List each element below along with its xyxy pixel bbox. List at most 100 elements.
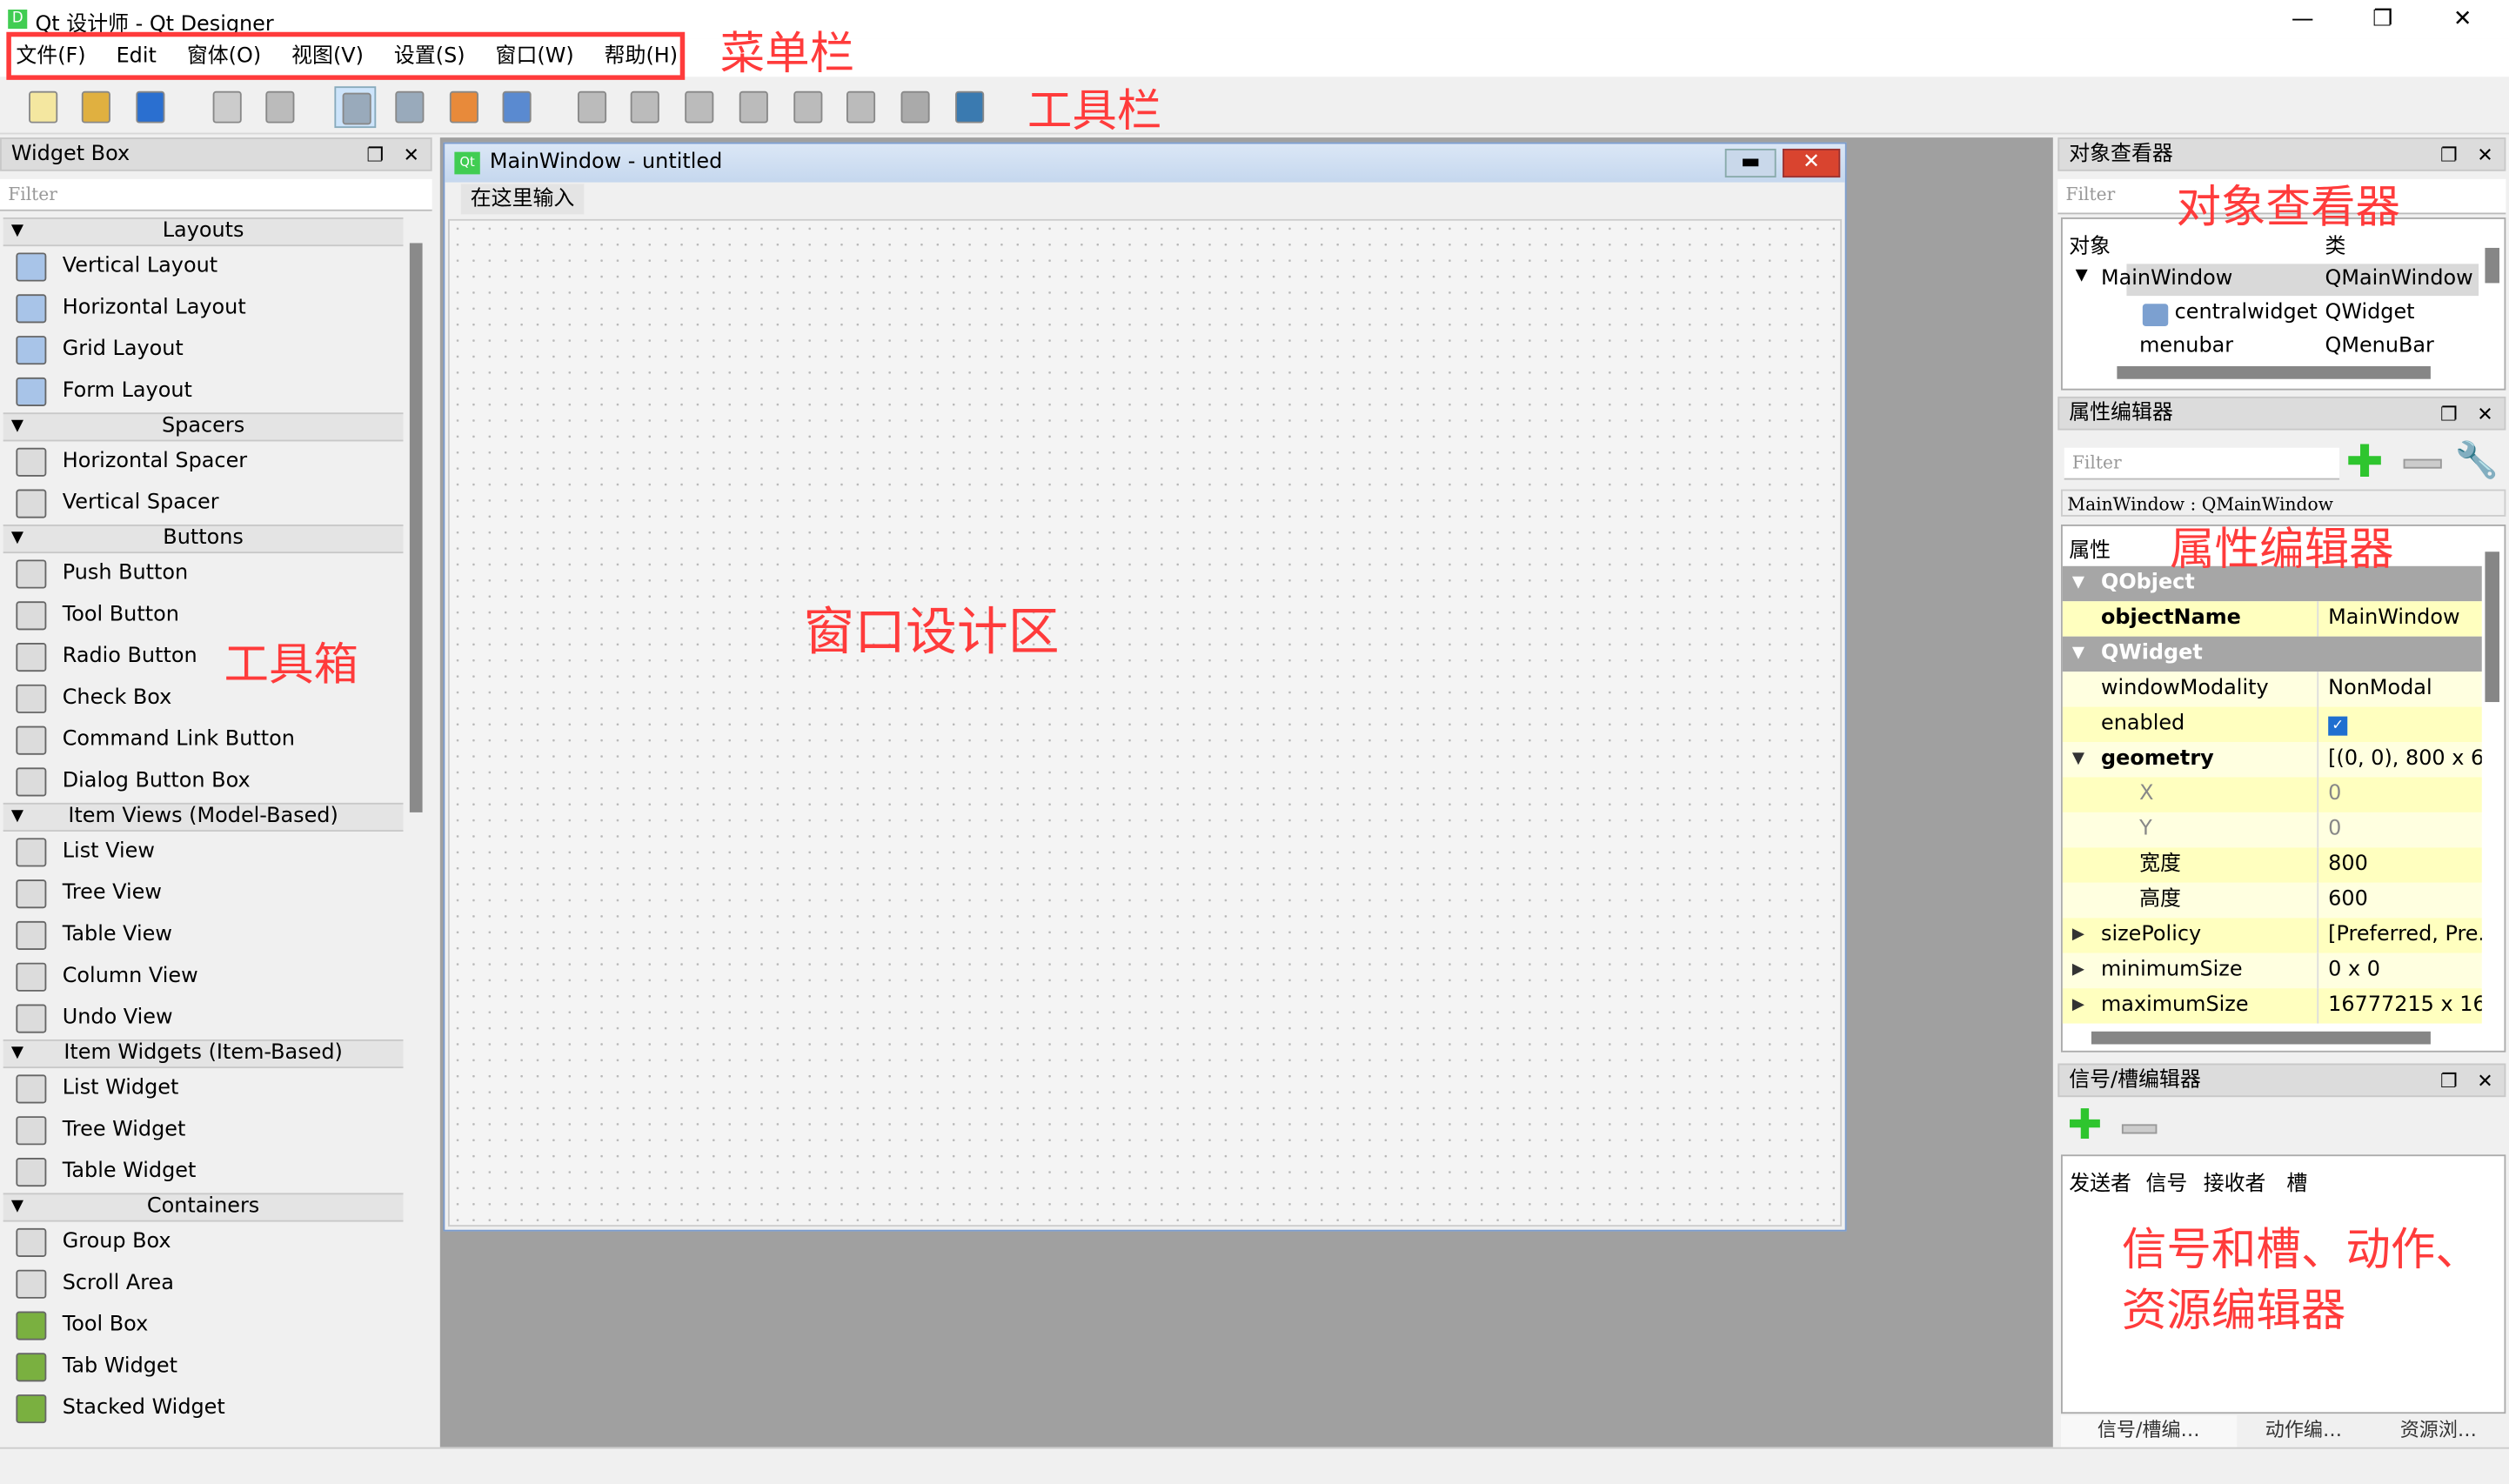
widget-item[interactable]: Tree Widget: [3, 1110, 404, 1152]
widget-item[interactable]: Column View: [3, 956, 404, 998]
property-filter-input[interactable]: Filter: [2064, 447, 2340, 480]
widget-category-1[interactable]: ▼ Spacers: [3, 412, 404, 442]
property-value[interactable]: 0 x 0: [2322, 953, 2482, 988]
widget-category-4[interactable]: ▼ Item Widgets (Item-Based): [3, 1039, 404, 1069]
widget-item[interactable]: Undo View: [3, 998, 404, 1039]
widget-category-3[interactable]: ▼ Item Views (Model-Based): [3, 802, 404, 832]
configure-wrench-icon[interactable]: 🔧: [2454, 441, 2498, 481]
widget-category-5[interactable]: ▼ Containers: [3, 1193, 404, 1222]
widget-item[interactable]: Grid Layout: [3, 330, 404, 371]
tree-item-object[interactable]: MainWindow: [2101, 267, 2232, 291]
close-button[interactable]: ✕: [2425, 3, 2499, 36]
remove-connection-icon[interactable]: [2121, 1124, 2158, 1134]
close-icon[interactable]: ✕: [2477, 139, 2493, 171]
column-header-signal[interactable]: 信号: [2146, 1166, 2188, 1197]
column-header-sender[interactable]: 发送者: [2069, 1166, 2131, 1197]
widget-item[interactable]: Group Box: [3, 1222, 404, 1264]
property-row[interactable]: ▶ minimumSize 0 x 0: [2062, 953, 2482, 989]
tree-item-object[interactable]: centralwidget: [2175, 301, 2318, 325]
column-header-receiver[interactable]: 接收者: [2204, 1166, 2266, 1197]
tab-signal-slot-editor[interactable]: 信号/槽编…: [2061, 1414, 2237, 1447]
edit-tab-order-icon[interactable]: [496, 86, 538, 128]
horizontal-scrollbar[interactable]: [2091, 1031, 2431, 1045]
vertical-scrollbar[interactable]: [2485, 551, 2499, 703]
float-icon[interactable]: ❐: [2440, 1065, 2458, 1097]
property-row[interactable]: windowModality NonModal: [2062, 672, 2482, 707]
maximize-button[interactable]: ❐: [2345, 3, 2419, 36]
tab-action-editor[interactable]: 动作编…: [2236, 1415, 2371, 1447]
layout-grid-icon[interactable]: [787, 86, 829, 128]
widget-item[interactable]: Horizontal Spacer: [3, 441, 404, 483]
property-value[interactable]: NonModal: [2322, 672, 2482, 706]
widget-item[interactable]: Tool Box: [3, 1305, 404, 1347]
add-connection-icon[interactable]: ✚: [2067, 1102, 2102, 1150]
minimize-button[interactable]: —: [2265, 3, 2339, 36]
property-row[interactable]: 宽度 800: [2062, 847, 2482, 883]
property-row[interactable]: objectName MainWindow: [2062, 601, 2482, 637]
design-canvas[interactable]: [448, 218, 1843, 1227]
property-row[interactable]: enabled ✓: [2062, 706, 2482, 743]
widget-item[interactable]: Vertical Spacer: [3, 483, 404, 525]
property-value[interactable]: 0: [2322, 812, 2482, 847]
form-window[interactable]: Qt MainWindow - untitled ▬ ✕ 在这里输入: [443, 142, 1847, 1232]
float-icon[interactable]: ❐: [2440, 398, 2458, 431]
widget-item[interactable]: Scroll Area: [3, 1263, 404, 1305]
form-menu-placeholder[interactable]: 在这里输入: [460, 184, 585, 215]
property-row[interactable]: ▶ sizePolicy [Preferred, Pre...: [2062, 918, 2482, 953]
form-minimize-button[interactable]: ▬: [1724, 148, 1776, 178]
save-icon[interactable]: [130, 86, 171, 128]
break-layout-icon[interactable]: [894, 86, 936, 128]
layout-vertical-splitter-icon[interactable]: [733, 86, 774, 128]
float-icon[interactable]: ❐: [2440, 139, 2458, 171]
property-group[interactable]: ▼ QWidget: [2062, 636, 2482, 672]
layout-horizontal-icon[interactable]: [572, 86, 613, 128]
chevron-down-icon[interactable]: ▼: [2076, 267, 2088, 284]
float-icon[interactable]: ❐: [366, 139, 384, 171]
widget-item[interactable]: Tab Widget: [3, 1347, 404, 1388]
widget-item[interactable]: Horizontal Layout: [3, 288, 404, 330]
chevron-down-icon[interactable]: ▼: [2072, 566, 2084, 601]
property-row[interactable]: 高度 600: [2062, 882, 2482, 919]
property-value[interactable]: [Preferred, Pre...: [2322, 918, 2482, 953]
close-icon[interactable]: ✕: [404, 139, 420, 171]
widget-item[interactable]: Table Widget: [3, 1152, 404, 1193]
edit-buddies-icon[interactable]: [443, 86, 485, 128]
property-row[interactable]: ▶maximumSize16777215 x 16...: [2062, 988, 2482, 1024]
widget-filter-input[interactable]: Filter: [0, 178, 432, 211]
horizontal-scrollbar[interactable]: [2117, 365, 2431, 379]
property-row[interactable]: X0: [2062, 777, 2482, 812]
tree-item-object[interactable]: menubar: [2139, 334, 2233, 358]
widget-item[interactable]: Table View: [3, 915, 404, 957]
property-row[interactable]: ▼geometry[(0, 0), 800 x 6...: [2062, 742, 2482, 778]
property-value[interactable]: 800: [2322, 847, 2482, 882]
property-value[interactable]: 600: [2322, 883, 2482, 918]
layout-horizontal-splitter-icon[interactable]: [679, 86, 720, 128]
property-value[interactable]: 16777215 x 16...: [2322, 988, 2482, 1023]
widget-item[interactable]: Form Layout: [3, 371, 404, 413]
tab-resource-browser[interactable]: 资源浏…: [2371, 1415, 2506, 1447]
close-icon[interactable]: ✕: [2477, 1065, 2493, 1097]
open-folder-icon[interactable]: [75, 86, 117, 128]
property-value[interactable]: MainWindow: [2322, 601, 2482, 636]
property-value[interactable]: 0: [2322, 777, 2482, 812]
chevron-down-icon[interactable]: ▼: [2072, 637, 2084, 672]
widget-item[interactable]: List View: [3, 832, 404, 873]
send-to-back-icon[interactable]: [206, 86, 248, 128]
edit-signals-slots-icon[interactable]: [389, 86, 431, 128]
widget-item[interactable]: List Widget: [3, 1068, 404, 1110]
layout-vertical-icon[interactable]: [624, 86, 666, 128]
edit-widgets-icon[interactable]: [334, 86, 377, 129]
adjust-size-icon[interactable]: [949, 86, 991, 128]
widget-item[interactable]: Vertical Layout: [3, 246, 404, 288]
widget-item[interactable]: Push Button: [3, 553, 404, 595]
enabled-checkbox[interactable]: ✓: [2328, 716, 2348, 736]
add-dynamic-property-icon[interactable]: ✚: [2345, 438, 2383, 486]
vertical-scrollbar[interactable]: [2485, 247, 2499, 284]
column-header-slot[interactable]: 槽: [2286, 1166, 2307, 1197]
new-file-icon[interactable]: [23, 86, 64, 128]
widget-item[interactable]: Stacked Widget: [3, 1388, 404, 1430]
bring-to-front-icon[interactable]: [259, 86, 301, 128]
layout-form-icon[interactable]: [840, 86, 882, 128]
form-close-button[interactable]: ✕: [1782, 148, 1841, 178]
widget-category-0[interactable]: ▼ Layouts: [3, 217, 404, 247]
